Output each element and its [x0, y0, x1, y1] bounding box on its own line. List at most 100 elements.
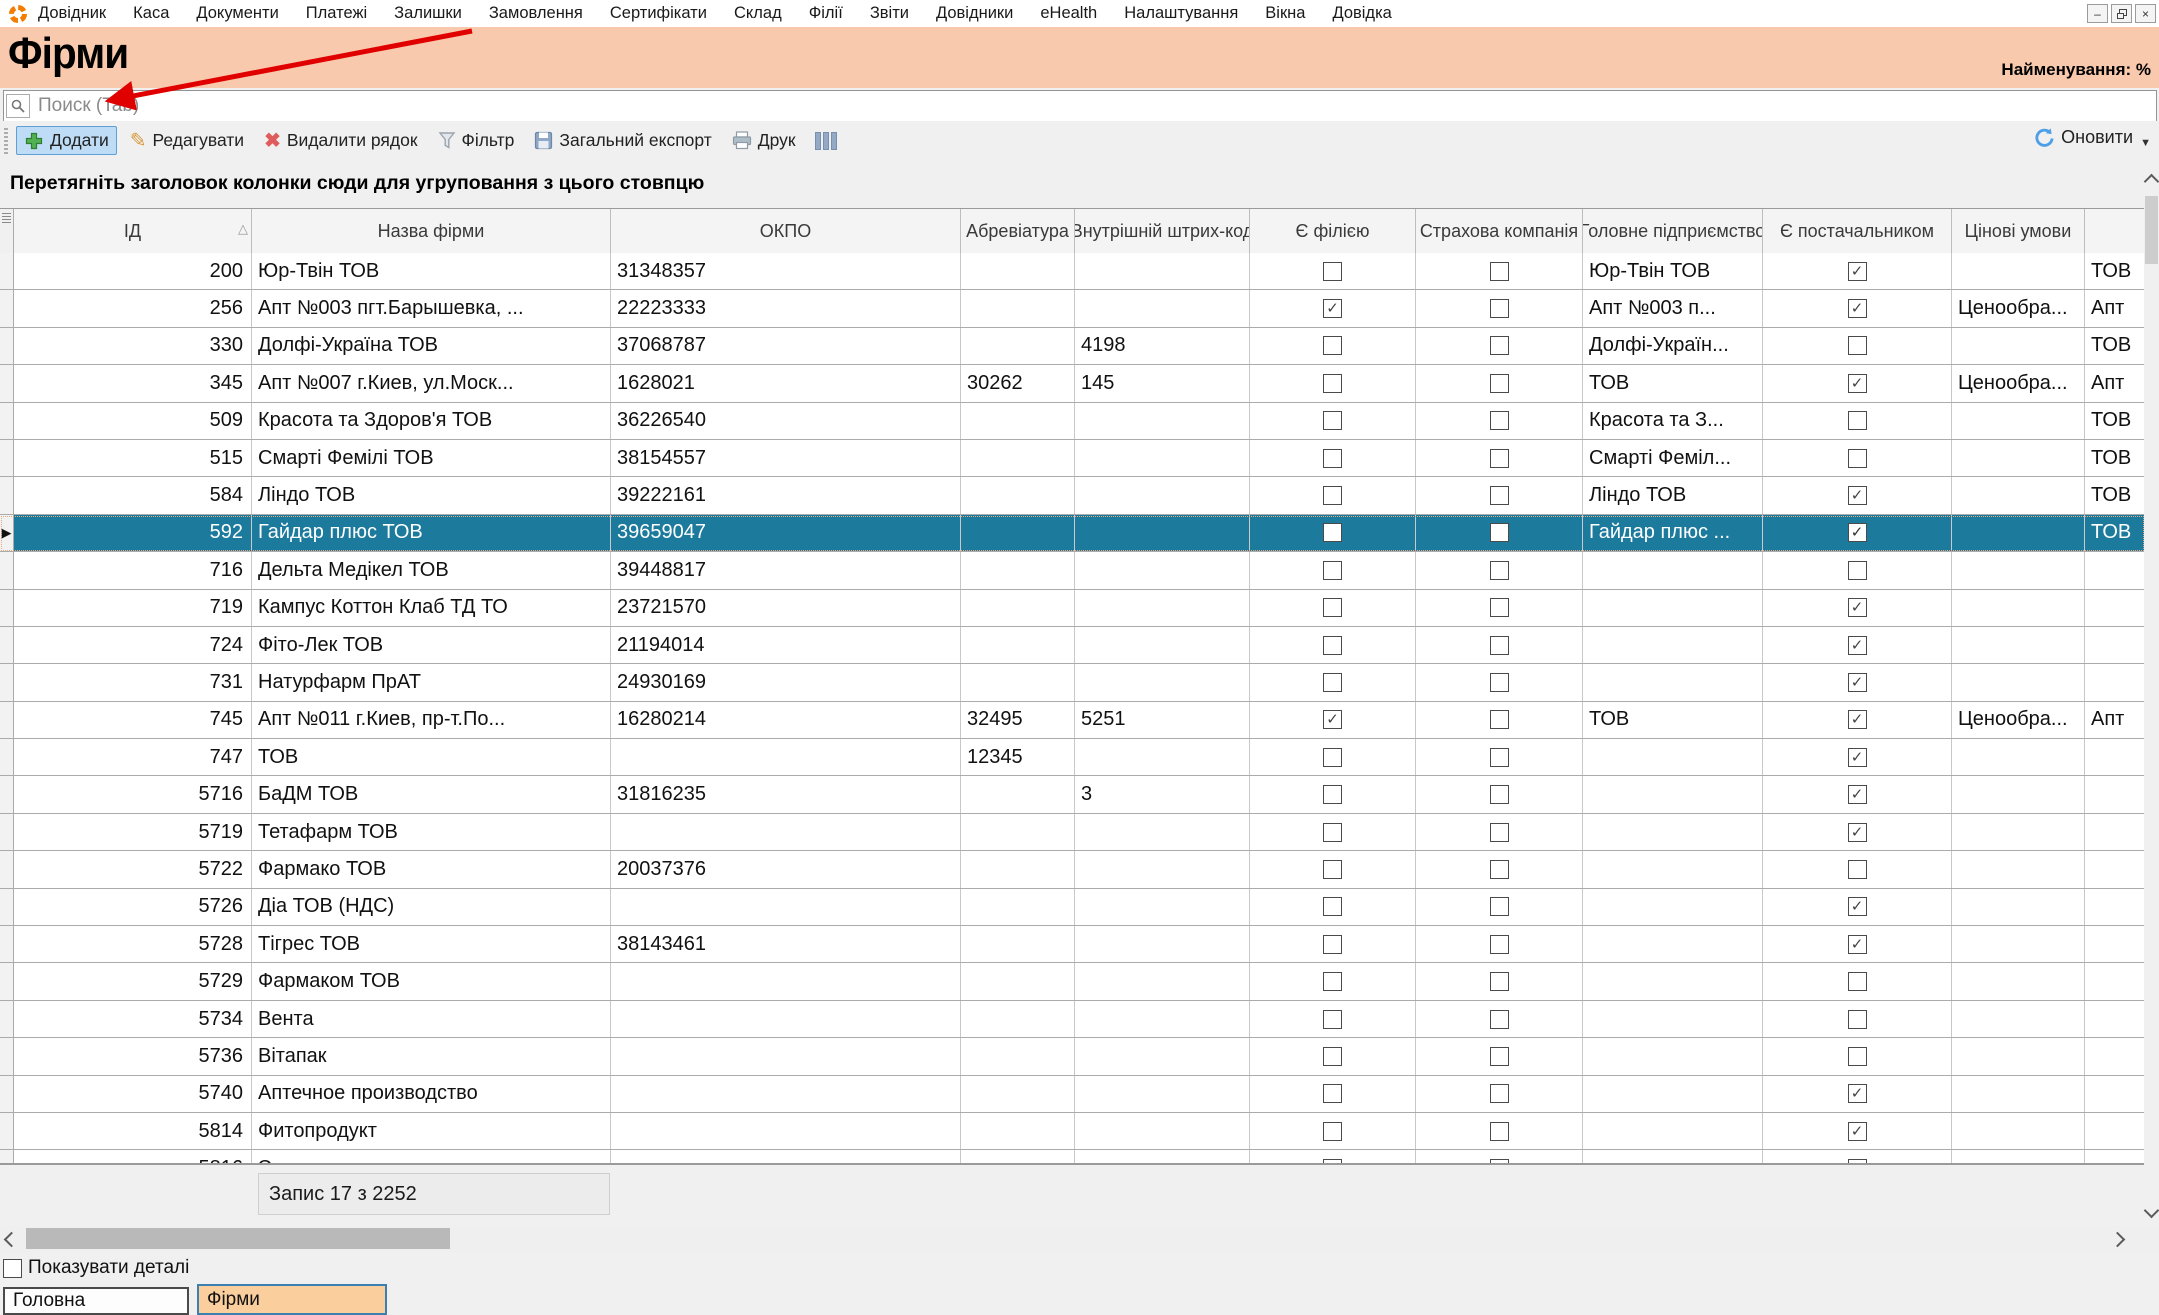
tab-firmy[interactable]: Фірми	[197, 1284, 387, 1315]
cell-id[interactable]: 5736	[14, 1038, 252, 1074]
vertical-scrollbar[interactable]	[2144, 170, 2159, 1222]
table-row[interactable]: 256Апт №003 пгт.Барышевка, ...22223333✓А…	[0, 290, 2145, 327]
column-header[interactable]: ІД△	[14, 209, 252, 254]
cell-price-terms[interactable]	[1952, 477, 2085, 513]
cell-price-terms[interactable]: Ценообра...	[1952, 290, 2085, 326]
cell-price-terms[interactable]	[1952, 963, 2085, 999]
menu-item[interactable]: Довідка	[1332, 4, 1391, 23]
cell-checkbox[interactable]	[1490, 1047, 1509, 1066]
cell-barcode[interactable]	[1075, 926, 1250, 962]
cell-okpo[interactable]: 39448817	[611, 552, 961, 588]
cell-parent-company[interactable]	[1583, 814, 1763, 850]
cell-barcode[interactable]: 5251	[1075, 702, 1250, 738]
cell-abbreviation[interactable]	[961, 1038, 1075, 1074]
scroll-up-icon[interactable]	[2144, 174, 2159, 190]
cell-checkbox[interactable]	[1490, 449, 1509, 468]
cell-price-terms[interactable]	[1952, 328, 2085, 364]
cell-type[interactable]: Апт	[2085, 290, 2145, 326]
search-input[interactable]	[30, 95, 2156, 117]
column-header[interactable]: Є філією	[1250, 209, 1416, 254]
cell-barcode[interactable]	[1075, 1038, 1250, 1074]
cell-checkbox[interactable]: ✓	[1848, 823, 1867, 842]
cell-abbreviation[interactable]	[961, 926, 1075, 962]
cell-parent-company[interactable]	[1583, 552, 1763, 588]
cell-name[interactable]: Апт №007 г.Киев, ул.Моск...	[252, 365, 611, 401]
cell-okpo[interactable]	[611, 814, 961, 850]
cell-type[interactable]: ТОВ	[2085, 403, 2145, 439]
cell-id[interactable]: 5729	[14, 963, 252, 999]
cell-checkbox[interactable]	[1323, 561, 1342, 580]
cell-checkbox[interactable]	[1323, 823, 1342, 842]
cell-type[interactable]	[2085, 590, 2145, 626]
table-row[interactable]: 745Апт №011 г.Киев, пр-т.По...1628021432…	[0, 702, 2145, 739]
cell-id[interactable]: 509	[14, 403, 252, 439]
menu-item[interactable]: Довідники	[936, 4, 1013, 23]
column-header[interactable]: ОКПО	[611, 209, 961, 254]
cell-abbreviation[interactable]	[961, 552, 1075, 588]
cell-price-terms[interactable]	[1952, 926, 2085, 962]
cell-abbreviation[interactable]	[961, 1076, 1075, 1112]
menu-item[interactable]: Каса	[133, 4, 169, 23]
cell-id[interactable]: 5722	[14, 851, 252, 887]
cell-name[interactable]: Вітапак	[252, 1038, 611, 1074]
cell-checkbox[interactable]	[1323, 1010, 1342, 1029]
cell-type[interactable]: ТОВ	[2085, 477, 2145, 513]
refresh-button[interactable]: Оновити	[2033, 127, 2133, 148]
cell-parent-company[interactable]: Апт №003 п...	[1583, 290, 1763, 326]
cell-checkbox[interactable]	[1490, 710, 1509, 729]
filter-button[interactable]: Фільтр	[431, 127, 522, 154]
cell-parent-company[interactable]: Красота та З...	[1583, 403, 1763, 439]
restore-button[interactable]	[2111, 4, 2132, 23]
cell-price-terms[interactable]	[1952, 851, 2085, 887]
columns-icon[interactable]	[815, 132, 837, 150]
cell-okpo[interactable]: 36226540	[611, 403, 961, 439]
cell-checkbox[interactable]: ✓	[1848, 299, 1867, 318]
menu-item[interactable]: Документи	[196, 4, 278, 23]
cell-barcode[interactable]	[1075, 889, 1250, 925]
cell-checkbox[interactable]	[1490, 374, 1509, 393]
cell-checkbox[interactable]: ✓	[1848, 785, 1867, 804]
menu-item[interactable]: Довідник	[38, 4, 106, 23]
cell-checkbox[interactable]	[1323, 935, 1342, 954]
table-row[interactable]: 5719Тетафарм ТОВ✓	[0, 814, 2145, 851]
cell-price-terms[interactable]	[1952, 814, 2085, 850]
table-row[interactable]: 5728Тігрес ТОВ38143461✓	[0, 926, 2145, 963]
cell-abbreviation[interactable]	[961, 627, 1075, 663]
cell-id[interactable]: 200	[14, 253, 252, 289]
menu-item[interactable]: Залишки	[394, 4, 462, 23]
menu-item[interactable]: Налаштування	[1124, 4, 1238, 23]
cell-checkbox[interactable]	[1323, 1047, 1342, 1066]
cell-type[interactable]	[2085, 739, 2145, 775]
cell-okpo[interactable]: 21194014	[611, 627, 961, 663]
cell-type[interactable]: ТОВ	[2085, 440, 2145, 476]
horizontal-scrollbar[interactable]	[0, 1226, 2159, 1252]
cell-name[interactable]: Діа ТОВ (НДС)	[252, 889, 611, 925]
cell-checkbox[interactable]: ✓	[1848, 1122, 1867, 1141]
cell-id[interactable]: 716	[14, 552, 252, 588]
cell-okpo[interactable]	[611, 889, 961, 925]
cell-barcode[interactable]	[1075, 814, 1250, 850]
cell-checkbox[interactable]	[1490, 748, 1509, 767]
cell-checkbox[interactable]	[1323, 374, 1342, 393]
cell-checkbox[interactable]	[1848, 972, 1867, 991]
cell-type[interactable]: ТОВ	[2085, 253, 2145, 289]
cell-id[interactable]: 330	[14, 328, 252, 364]
cell-name[interactable]: Кампус Коттон Клаб ТД ТО	[252, 590, 611, 626]
cell-name[interactable]: Фармако ТОВ	[252, 851, 611, 887]
cell-okpo[interactable]: 22223333	[611, 290, 961, 326]
cell-parent-company[interactable]	[1583, 627, 1763, 663]
cell-checkbox[interactable]: ✓	[1848, 374, 1867, 393]
cell-checkbox[interactable]	[1323, 673, 1342, 692]
cell-id[interactable]: 515	[14, 440, 252, 476]
cell-name[interactable]: БаДМ ТОВ	[252, 776, 611, 812]
cell-checkbox[interactable]: ✓	[1848, 897, 1867, 916]
cell-barcode[interactable]	[1075, 1113, 1250, 1149]
cell-name[interactable]: Долфі-Україна ТОВ	[252, 328, 611, 364]
cell-checkbox[interactable]	[1323, 598, 1342, 617]
cell-checkbox[interactable]	[1323, 1122, 1342, 1141]
cell-checkbox[interactable]	[1323, 1084, 1342, 1103]
cell-abbreviation[interactable]	[961, 889, 1075, 925]
table-row[interactable]: 515Смарті Фемілі ТОВ38154557Смарті Феміл…	[0, 440, 2145, 477]
cell-parent-company[interactable]: ТОВ	[1583, 702, 1763, 738]
column-header[interactable]: Страхова компанія	[1416, 209, 1583, 254]
